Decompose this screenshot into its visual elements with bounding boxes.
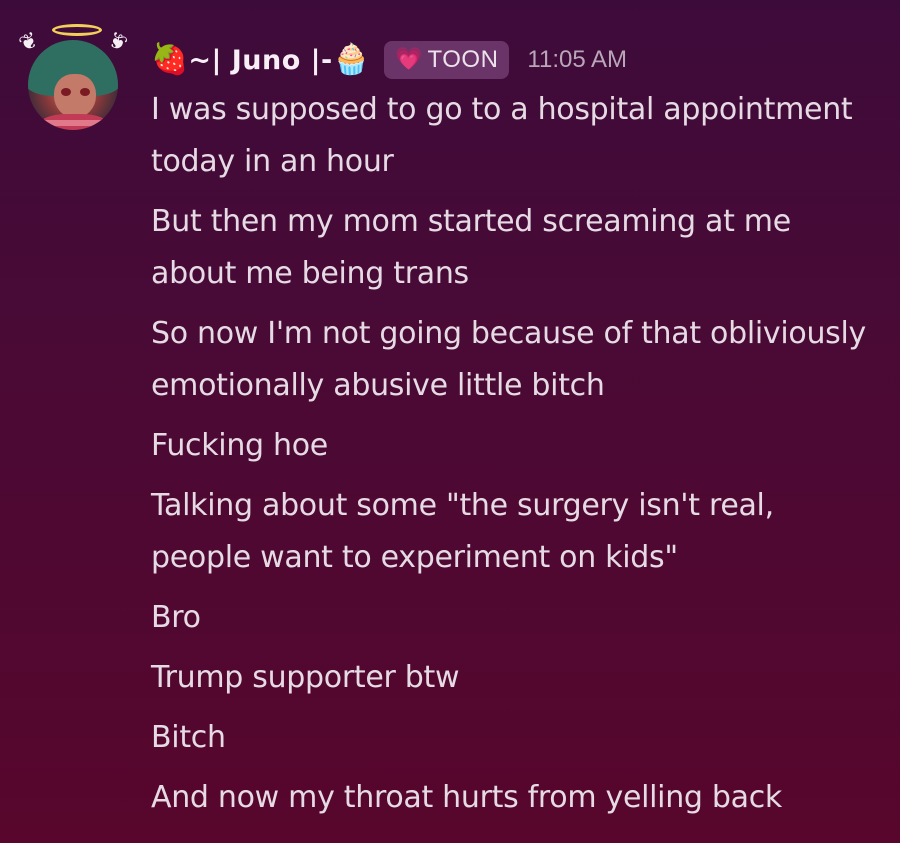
username[interactable]: ~| Juno |- <box>188 45 332 76</box>
message-content: I was supposed to go to a hospital appoi… <box>151 84 871 832</box>
strawberry-icon: 🍓 <box>151 42 189 77</box>
cupcake-icon: 🧁 <box>332 42 371 77</box>
server-tag-label: TOON <box>427 46 499 73</box>
message-header: 🍓 ~| Juno |- 🧁 💗 TOON 11:05 AM <box>151 38 627 82</box>
avatar[interactable]: ❦ ❦ <box>15 22 134 130</box>
message-line: Talking about some "the surgery isn't re… <box>151 488 774 575</box>
chat-message: ❦ ❦ 🍓 ~| Juno |- 🧁 💗 TOON 11:05 AM I was… <box>0 0 900 843</box>
timestamp[interactable]: 11:05 AM <box>527 46 627 74</box>
message-line: So now I'm not going because of that obl… <box>151 316 866 403</box>
server-tag[interactable]: 💗 TOON <box>384 41 510 79</box>
message-line: Fucking hoe <box>151 428 328 463</box>
message-line: I was supposed to go to a hospital appoi… <box>151 92 853 179</box>
halo-decoration <box>52 24 102 36</box>
message-line: And now my throat hurts from yelling bac… <box>151 780 783 815</box>
avatar-image <box>28 40 118 130</box>
message-line: But then my mom started screaming at me … <box>151 204 791 291</box>
heart-icon: 💗 <box>395 47 423 72</box>
message-line: Bitch <box>151 720 226 755</box>
message-line: Bro <box>151 600 201 635</box>
message-line: Trump supporter btw <box>151 660 460 695</box>
